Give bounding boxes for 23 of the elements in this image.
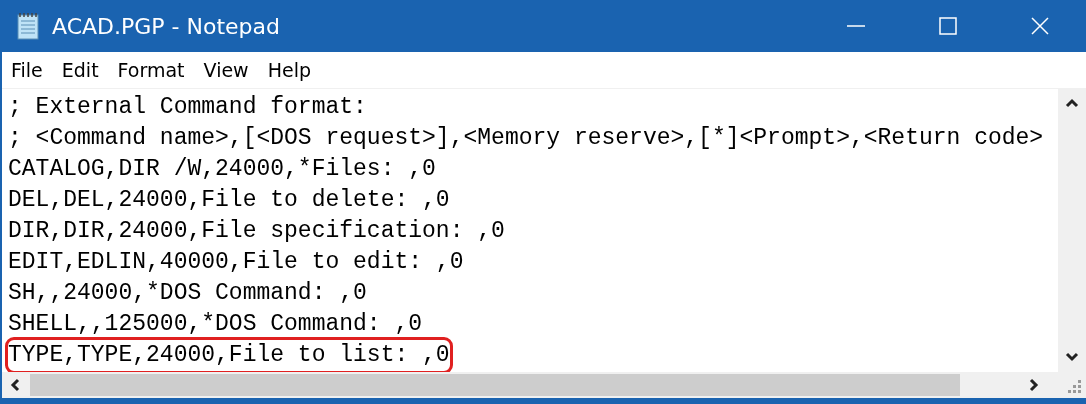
- menu-item[interactable]: File: [5, 59, 53, 81]
- vertical-scrollbar[interactable]: [1058, 89, 1086, 372]
- text-line: ; External Command format:: [8, 93, 367, 122]
- text-line: CATALOG,DIR /W,24000,*Files: ,0: [8, 155, 436, 184]
- menu-item[interactable]: Edit: [55, 59, 109, 81]
- close-icon: [1030, 16, 1050, 36]
- window-title: ACAD.PGP - Notepad: [52, 13, 280, 39]
- notepad-icon: [16, 12, 42, 40]
- scroll-thumb[interactable]: [30, 374, 960, 396]
- text-line: SHELL,,125000,*DOS Command: ,0: [8, 310, 423, 339]
- text-line: DIR,DIR,24000,File specification: ,0: [8, 217, 505, 246]
- text-line: SH,,24000,*DOS Command: ,0: [8, 279, 367, 308]
- text-line: DEL,DEL,24000,File to delete: ,0: [8, 186, 450, 215]
- text-line: EDIT,EDLIN,40000,File to edit: ,0: [8, 248, 464, 277]
- text-line: ; <Command name>,[<DOS request>],<Memory reserve>,[*]<Prompt>,<Return code>: [8, 124, 1044, 153]
- resize-grip-icon[interactable]: [1068, 380, 1082, 394]
- maximize-icon: [938, 16, 958, 36]
- minimize-icon: [846, 25, 866, 27]
- menu-item[interactable]: Help: [261, 59, 321, 81]
- horizontal-scrollbar[interactable]: [2, 372, 1058, 398]
- menu-item[interactable]: View: [197, 59, 259, 81]
- highlighted-text-line: TYPE,TYPE,24000,File to list: ,0: [8, 340, 450, 371]
- menu-item[interactable]: Format: [111, 59, 195, 81]
